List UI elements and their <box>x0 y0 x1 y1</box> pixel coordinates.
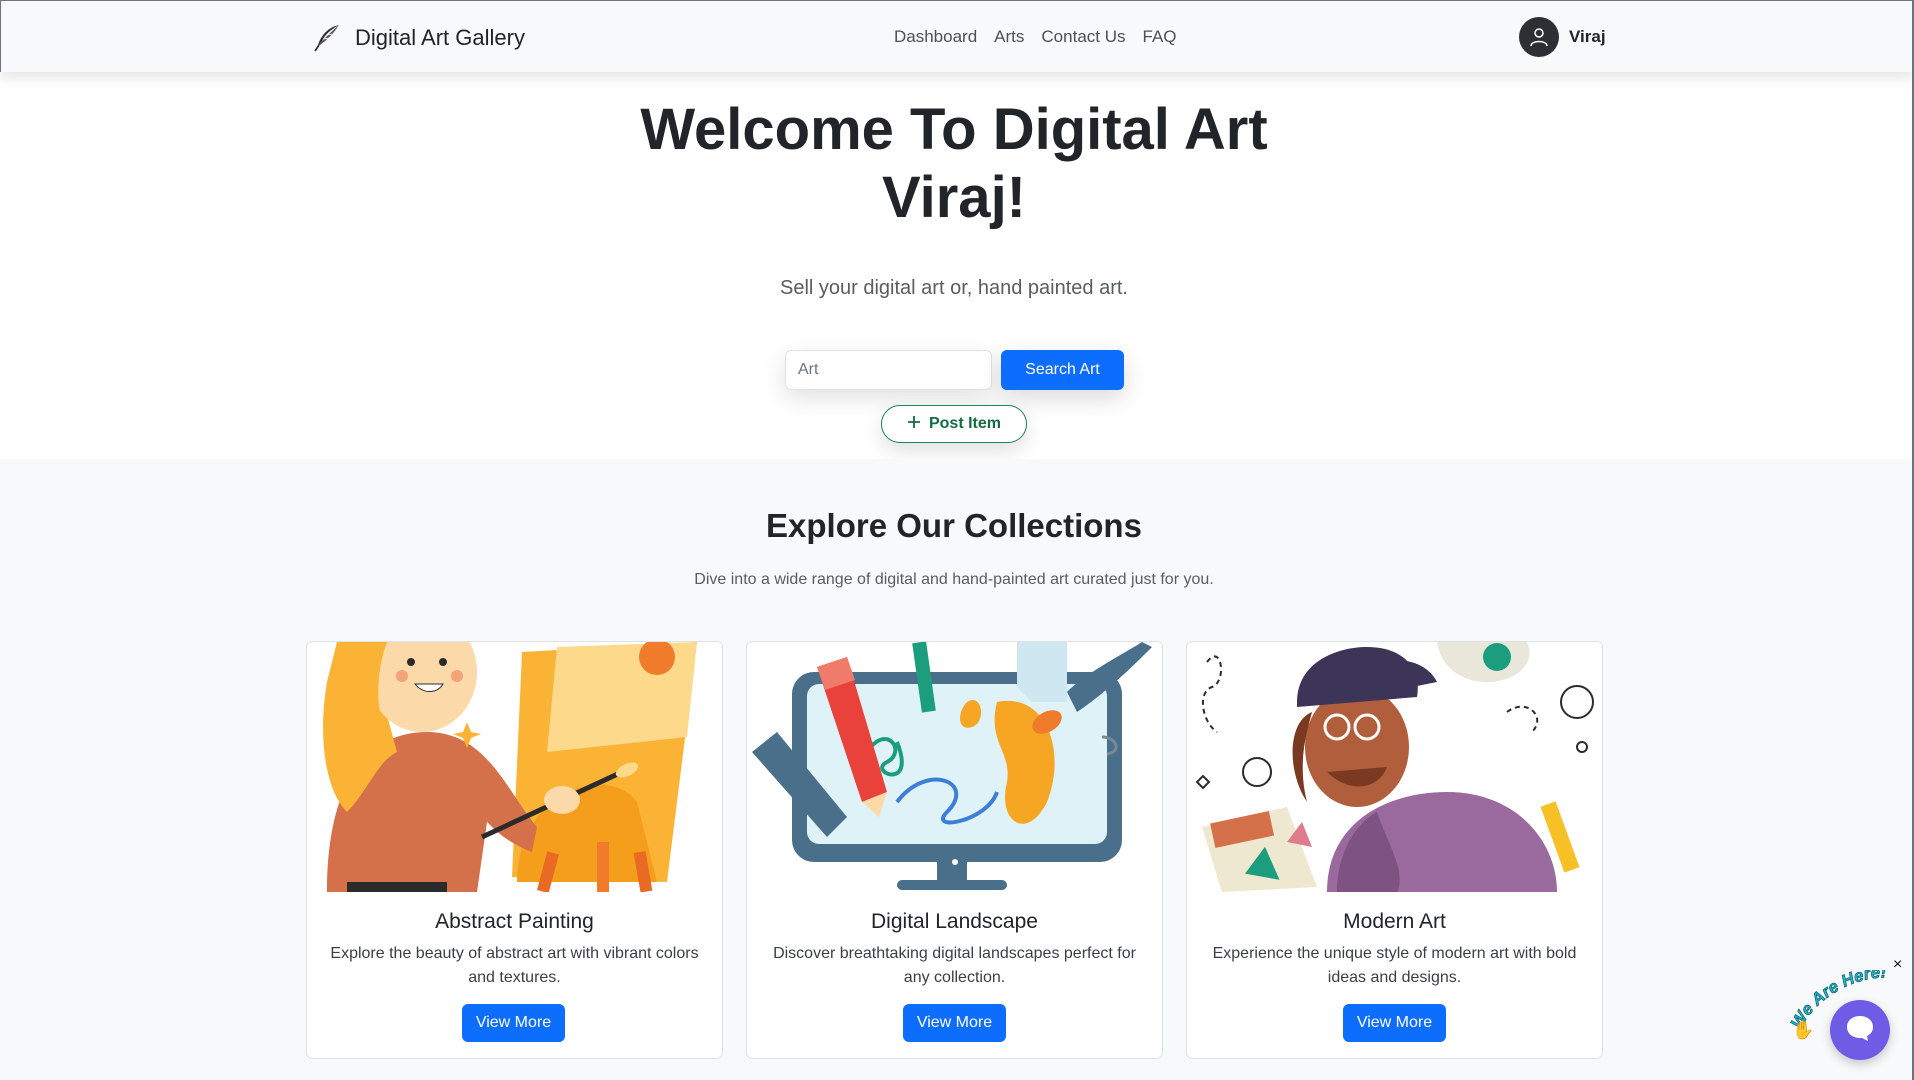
user-name: Viraj <box>1569 27 1606 46</box>
nav-arts[interactable]: Arts <box>994 27 1024 47</box>
card-title: Modern Art <box>1343 910 1446 933</box>
card-title: Abstract Painting <box>435 910 594 933</box>
plus-icon <box>907 415 921 434</box>
card-description: Discover breathtaking digital landscapes… <box>773 945 1136 986</box>
navbar: Digital Art Gallery Dashboard Arts Conta… <box>0 0 1914 72</box>
wave-hand-icon: ✋ <box>1792 1019 1814 1040</box>
card-modern-art: Modern Art Experience the unique style o… <box>1186 641 1603 1059</box>
hero-title-line2: Viraj! <box>881 165 1026 230</box>
chat-icon <box>1845 1013 1875 1048</box>
user-menu[interactable]: Viraj <box>1519 17 1606 57</box>
digital-landscape-illustration <box>747 642 1162 892</box>
chat-launcher-button[interactable] <box>1830 1000 1890 1060</box>
search-art-button[interactable]: Search Art <box>1001 350 1124 390</box>
post-item-button[interactable]: Post Item <box>881 405 1027 443</box>
nav-links: Dashboard Arts Contact Us FAQ <box>894 27 1177 47</box>
user-icon <box>1519 17 1559 57</box>
card-description: Experience the unique style of modern ar… <box>1212 945 1577 986</box>
feather-icon <box>311 22 343 54</box>
modern-art-illustration <box>1187 642 1602 892</box>
card-description: Explore the beauty of abstract art with … <box>330 945 699 986</box>
card-abstract-painting: Abstract Painting Explore the beauty of … <box>306 641 723 1059</box>
hero-subtitle: Sell your digital art or, hand painted a… <box>780 277 1128 299</box>
view-more-button[interactable]: View More <box>1343 1004 1446 1042</box>
nav-contact-us[interactable]: Contact Us <box>1041 27 1125 47</box>
view-more-button[interactable]: View More <box>903 1004 1006 1042</box>
search-form: Search Art <box>785 350 1124 390</box>
brand-link[interactable]: Digital Art Gallery <box>311 22 525 54</box>
nav-dashboard[interactable]: Dashboard <box>894 27 977 47</box>
hero-title-line1: Welcome To Digital Art <box>640 97 1268 162</box>
collections-subtitle: Dive into a wide range of digital and ha… <box>694 571 1214 588</box>
card-title: Digital Landscape <box>871 910 1038 933</box>
post-item-label: Post Item <box>928 415 1001 432</box>
nav-faq[interactable]: FAQ <box>1143 27 1177 47</box>
abstract-painting-illustration <box>307 642 722 892</box>
card-digital-landscape: Digital Landscape Discover breathtaking … <box>746 641 1163 1059</box>
hero-section: Welcome To Digital Art Viraj! Sell your … <box>0 72 1914 459</box>
search-input[interactable] <box>785 350 992 390</box>
collections-title: Explore Our Collections <box>766 507 1142 544</box>
view-more-button[interactable]: View More <box>462 1004 565 1042</box>
collections-section: Explore Our Collections Dive into a wide… <box>0 459 1914 1080</box>
hero-title: Welcome To Digital Art Viraj! <box>0 96 1908 232</box>
brand-title: Digital Art Gallery <box>355 25 525 50</box>
